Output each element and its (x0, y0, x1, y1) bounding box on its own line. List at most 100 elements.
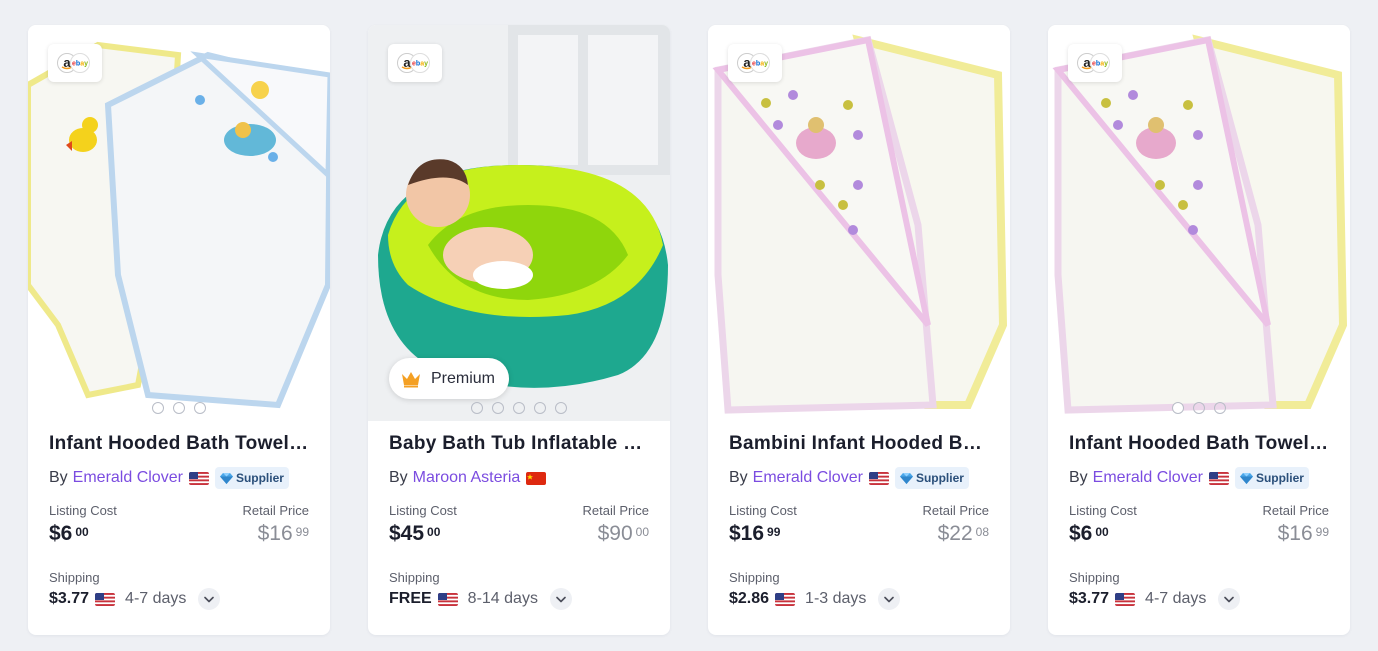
by-label: By (1069, 469, 1088, 486)
amazon-ebay-icon (736, 52, 774, 74)
towel-image (708, 25, 1010, 421)
marketplace-badge (728, 44, 782, 82)
crown-icon (402, 371, 420, 387)
retail-price: $90 00 (597, 522, 649, 545)
chevron-down-icon (1224, 596, 1234, 603)
shipping-label: Shipping (49, 570, 100, 585)
chevron-down-icon (556, 596, 566, 603)
product-card[interactable]: Infant Hooded Bath Towel (... By Emerald… (1048, 25, 1350, 635)
seller-link[interactable]: Emerald Clover (73, 469, 183, 487)
supplier-badge: Supplier (1234, 467, 1309, 489)
supplier-badge: Supplier (894, 467, 969, 489)
carousel-dot[interactable] (1214, 402, 1226, 414)
towel-image (28, 25, 330, 421)
us-flag-icon (869, 472, 889, 485)
image-carousel-dots (368, 402, 670, 414)
product-image[interactable] (28, 25, 330, 421)
product-title[interactable]: Infant Hooded Bath Towel (... (49, 433, 309, 459)
amazon-ebay-icon (56, 52, 94, 74)
amazon-ebay-icon (396, 52, 434, 74)
chevron-down-icon (884, 596, 894, 603)
marketplace-badge (388, 44, 442, 82)
seller-link[interactable]: Emerald Clover (753, 469, 863, 487)
us-flag-icon (1209, 472, 1229, 485)
premium-label: Premium (431, 369, 496, 387)
shipping-cost: $3.77 (49, 590, 90, 607)
image-carousel-dots (28, 402, 330, 414)
by-label: By (49, 469, 68, 486)
supplier-label: Supplier (915, 471, 964, 485)
carousel-dot[interactable] (1172, 402, 1184, 414)
retail-price-label: Retail Price (922, 503, 989, 518)
retail-price-label: Retail Price (1262, 503, 1329, 518)
retail-price: $16 99 (257, 522, 309, 545)
by-label: By (389, 469, 408, 486)
us-flag-icon (1115, 593, 1135, 606)
supplier-label: Supplier (1255, 471, 1304, 485)
retail-price-label: Retail Price (242, 503, 309, 518)
carousel-dot[interactable] (173, 402, 185, 414)
product-title[interactable]: Baby Bath Tub Inflatable Ba... (389, 433, 649, 459)
listing-cost-label: Listing Cost (1069, 503, 1137, 518)
marketplace-badge (1068, 44, 1122, 82)
listing-cost: $6 00 (49, 522, 89, 545)
listing-cost-label: Listing Cost (49, 503, 117, 518)
product-image[interactable] (708, 25, 1010, 421)
towel-image (1048, 25, 1350, 421)
product-card[interactable]: Premium Baby Bath Tub Inflatable Ba... B… (368, 25, 670, 635)
carousel-dot[interactable] (534, 402, 546, 414)
us-flag-icon (438, 593, 458, 606)
shipping-days: 4-7 days (1145, 590, 1207, 607)
shipping-cost: FREE (389, 590, 432, 607)
retail-price: $22 08 (937, 522, 989, 545)
carousel-dot[interactable] (194, 402, 206, 414)
carousel-dot[interactable] (471, 402, 483, 414)
shipping-days: 1-3 days (805, 590, 867, 607)
marketplace-badge (48, 44, 102, 82)
retail-price: $16 99 (1277, 522, 1329, 545)
shipping-days: 8-14 days (467, 590, 538, 607)
carousel-dot[interactable] (1193, 402, 1205, 414)
seller-link[interactable]: Maroon Asteria (413, 469, 521, 487)
carousel-dot[interactable] (152, 402, 164, 414)
carousel-dot[interactable] (513, 402, 525, 414)
product-card[interactable]: Infant Hooded Bath Towel (... By Emerald… (28, 25, 330, 635)
listing-cost-label: Listing Cost (389, 503, 457, 518)
us-flag-icon (95, 593, 115, 606)
product-title[interactable]: Bambini Infant Hooded Bat... (729, 433, 989, 459)
diamond-icon (900, 473, 913, 484)
cn-flag-icon (526, 472, 546, 485)
listing-cost: $6 00 (1069, 522, 1109, 545)
carousel-dot[interactable] (555, 402, 567, 414)
supplier-badge: Supplier (214, 467, 289, 489)
product-image[interactable] (1048, 25, 1350, 421)
shipping-expand-button[interactable] (549, 588, 572, 610)
by-label: By (729, 469, 748, 486)
listing-cost: $45 00 (389, 522, 441, 545)
diamond-icon (220, 473, 233, 484)
shipping-label: Shipping (1069, 570, 1120, 585)
product-grid: Infant Hooded Bath Towel (... By Emerald… (28, 25, 1350, 635)
shipping-label: Shipping (389, 570, 440, 585)
listing-cost-label: Listing Cost (729, 503, 797, 518)
product-image[interactable]: Premium (368, 25, 670, 421)
shipping-cost: $3.77 (1069, 590, 1110, 607)
us-flag-icon (189, 472, 209, 485)
shipping-days: 4-7 days (125, 590, 187, 607)
supplier-label: Supplier (235, 471, 284, 485)
amazon-ebay-icon (1076, 52, 1114, 74)
product-card[interactable]: Bambini Infant Hooded Bat... By Emerald … (708, 25, 1010, 635)
premium-badge: Premium (389, 358, 510, 399)
shipping-expand-button[interactable] (1218, 588, 1241, 610)
shipping-expand-button[interactable] (198, 588, 221, 610)
seller-link[interactable]: Emerald Clover (1093, 469, 1203, 487)
product-title[interactable]: Infant Hooded Bath Towel (... (1069, 433, 1329, 459)
retail-price-label: Retail Price (582, 503, 649, 518)
shipping-cost: $2.86 (729, 590, 770, 607)
image-carousel-dots (1048, 402, 1350, 414)
shipping-expand-button[interactable] (878, 588, 901, 610)
chevron-down-icon (204, 596, 214, 603)
shipping-label: Shipping (729, 570, 780, 585)
us-flag-icon (775, 593, 795, 606)
carousel-dot[interactable] (492, 402, 504, 414)
